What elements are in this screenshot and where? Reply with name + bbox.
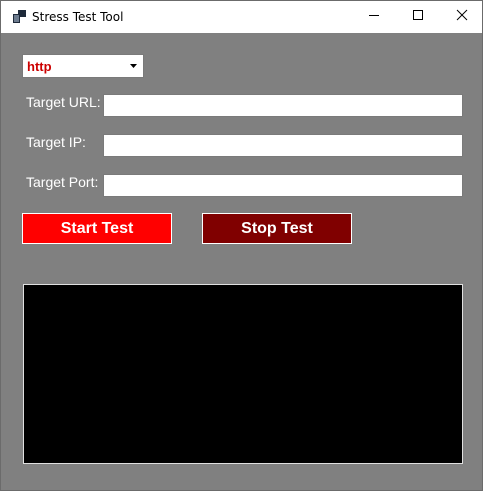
stop-test-button[interactable]: Stop Test	[202, 213, 352, 244]
close-icon	[456, 8, 468, 26]
protocol-dropdown[interactable]: http	[22, 54, 144, 78]
app-window-icon	[13, 10, 26, 23]
maximize-button[interactable]	[395, 1, 441, 33]
output-console[interactable]	[23, 284, 463, 464]
close-button[interactable]	[439, 1, 482, 33]
title-bar[interactable]: Stress Test Tool	[1, 1, 482, 33]
minimize-icon	[368, 8, 380, 26]
start-test-button[interactable]: Start Test	[22, 213, 172, 244]
protocol-selected-value: http	[27, 59, 52, 74]
target-ip-input[interactable]	[103, 134, 463, 157]
target-url-label: Target URL:	[26, 94, 101, 110]
chevron-down-icon[interactable]	[125, 56, 142, 76]
stress-test-window: Stress Test Tool http Target URL: Target…	[0, 0, 483, 491]
target-ip-label: Target IP:	[26, 134, 86, 150]
maximize-icon	[412, 8, 424, 26]
target-port-input[interactable]	[103, 174, 463, 197]
window-title: Stress Test Tool	[32, 10, 124, 24]
minimize-button[interactable]	[351, 1, 397, 33]
target-port-label: Target Port:	[26, 174, 99, 190]
target-url-input[interactable]	[103, 94, 463, 117]
